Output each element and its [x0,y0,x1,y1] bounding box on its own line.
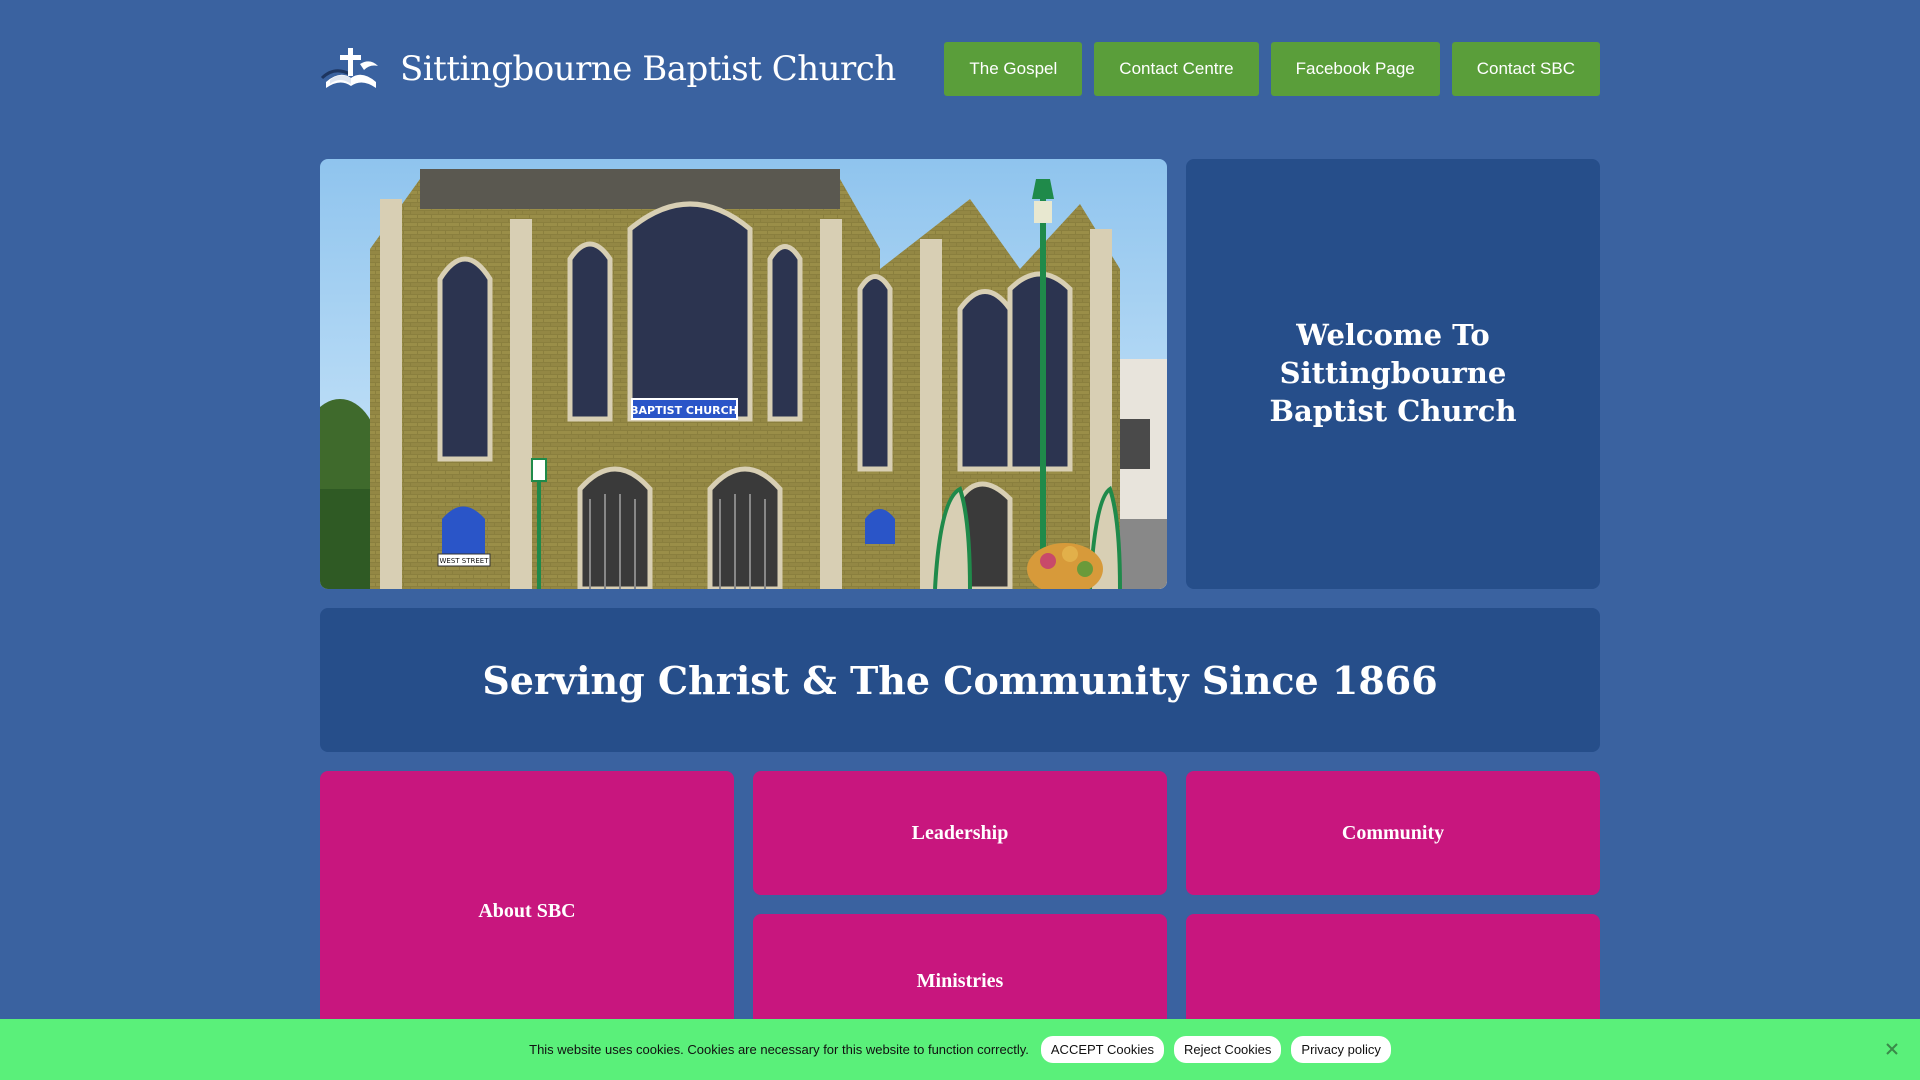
site-header: Sittingbourne Baptist Church The Gospel … [320,40,1600,98]
tile-about-sbc[interactable]: About SBC [320,771,734,1051]
site-title: Sittingbourne Baptist Church [400,49,896,89]
tile-community[interactable]: Community [1186,771,1600,895]
accept-cookies-button[interactable]: ACCEPT Cookies [1040,1036,1164,1063]
tagline-heading: Serving Christ & The Community Since 186… [482,657,1438,703]
brand[interactable]: Sittingbourne Baptist Church [320,44,896,94]
reject-cookies-button[interactable]: Reject Cookies [1173,1036,1282,1063]
nav-facebook-page[interactable]: Facebook Page [1270,42,1440,96]
church-sign-text: BAPTIST CHURCH [630,404,738,417]
street-sign-text: WEST STREET [440,557,490,565]
close-icon[interactable] [1882,1039,1902,1059]
church-building-illustration: BAPTIST CHURCH WEST STREET [320,159,1167,589]
tagline-banner: Serving Christ & The Community Since 186… [320,608,1600,752]
nav-contact-sbc[interactable]: Contact SBC [1451,42,1600,96]
cookie-banner: This website uses cookies. Cookies are n… [0,1019,1920,1080]
nav-contact-centre[interactable]: Contact Centre [1094,42,1259,96]
cookie-message: This website uses cookies. Cookies are n… [529,1042,1029,1057]
welcome-card: Welcome To Sittingbourne Baptist Church [1186,159,1600,589]
nav-the-gospel[interactable]: The Gospel [944,42,1083,96]
church-photo: BAPTIST CHURCH WEST STREET [320,159,1167,589]
bible-cross-icon [320,48,378,88]
privacy-policy-button[interactable]: Privacy policy [1291,1036,1391,1063]
tile-leadership[interactable]: Leadership [753,771,1167,895]
main-nav: The Gospel Contact Centre Facebook Page … [944,42,1600,96]
welcome-heading: Welcome To Sittingbourne Baptist Church [1269,318,1517,428]
